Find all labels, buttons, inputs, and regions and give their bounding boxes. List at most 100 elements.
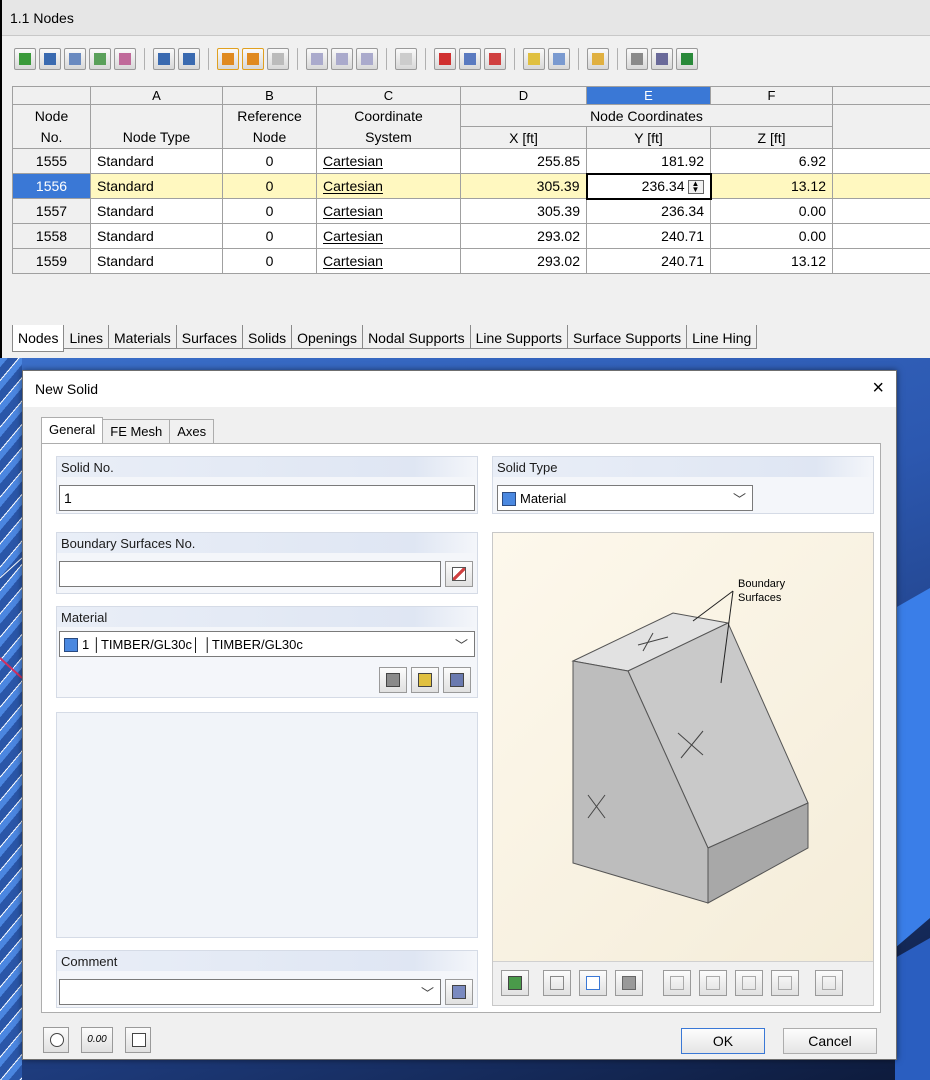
edit-table-icon[interactable] xyxy=(14,48,36,70)
select-icon[interactable] xyxy=(331,48,353,70)
row-number[interactable]: 1556 xyxy=(12,173,91,199)
column-letter-b[interactable]: B xyxy=(222,86,317,105)
close-icon[interactable]: × xyxy=(872,377,884,399)
solid-view-button[interactable] xyxy=(615,970,643,996)
z-cell[interactable]: 13.12 xyxy=(710,248,833,274)
table-view-icon[interactable] xyxy=(523,48,545,70)
x-cell[interactable]: 255.85 xyxy=(460,148,587,174)
coord-sys-cell[interactable]: Cartesian xyxy=(316,223,461,249)
corner-cell[interactable] xyxy=(12,86,91,105)
grid-icon[interactable] xyxy=(356,48,378,70)
x-cell[interactable]: 305.39 xyxy=(460,198,587,224)
refresh-icon[interactable] xyxy=(267,48,289,70)
node-type-cell[interactable]: Standard xyxy=(90,198,223,224)
z-cell[interactable]: 0.00 xyxy=(710,198,833,224)
y-cell[interactable]: 236.34 xyxy=(586,198,711,224)
table-row[interactable]: 1558 Standard 0 Cartesian 293.02 240.71 … xyxy=(12,223,930,249)
y-cell[interactable]: 240.71 xyxy=(586,223,711,249)
tab-fe-mesh[interactable]: FE Mesh xyxy=(102,419,171,443)
ok-button[interactable]: OK xyxy=(681,1028,765,1054)
x-cell[interactable]: 293.02 xyxy=(460,248,587,274)
numbering-button[interactable] xyxy=(579,970,607,996)
edit-dialog-icon[interactable] xyxy=(587,48,609,70)
boundary-surfaces-input[interactable] xyxy=(59,561,441,587)
y-cell[interactable]: 181.92 xyxy=(586,148,711,174)
view-z-button[interactable] xyxy=(735,970,763,996)
new-material-button[interactable] xyxy=(411,667,439,693)
filter-icon[interactable] xyxy=(306,48,328,70)
y-cell-editing[interactable]: 236.34 ▲ ▼ xyxy=(585,172,712,200)
tab-materials[interactable]: Materials xyxy=(107,325,177,349)
sort-down-icon[interactable] xyxy=(64,48,86,70)
coord-sys-cell[interactable]: Cartesian xyxy=(316,173,461,199)
coord-sys-cell[interactable]: Cartesian xyxy=(316,248,461,274)
edit-material-button[interactable] xyxy=(443,667,471,693)
node-type-cell[interactable]: Standard xyxy=(90,223,223,249)
table-row[interactable]: 1557 Standard 0 Cartesian 305.39 236.34 … xyxy=(12,198,930,224)
view-y-button[interactable] xyxy=(699,970,727,996)
column-letter-c[interactable]: C xyxy=(316,86,461,105)
y-edit-value[interactable]: 236.34 xyxy=(642,178,685,194)
ref-node-cell[interactable]: 0 xyxy=(222,148,317,174)
chevron-down-icon[interactable]: ﹀ xyxy=(455,635,468,654)
column-letter-f[interactable]: F xyxy=(710,86,833,105)
excel-icon[interactable] xyxy=(676,48,698,70)
coord-sys-cell[interactable]: Cartesian xyxy=(316,148,461,174)
redo-icon[interactable] xyxy=(242,48,264,70)
ref-node-cell[interactable]: 0 xyxy=(222,223,317,249)
spin-arrows-icon[interactable]: ▲ ▼ xyxy=(687,180,704,195)
tab-line-supports[interactable]: Line Supports xyxy=(469,325,568,349)
details-button[interactable] xyxy=(125,1027,151,1053)
columns-icon[interactable] xyxy=(548,48,570,70)
node-type-cell[interactable]: Standard xyxy=(90,248,223,274)
column-letter-d[interactable]: D xyxy=(460,86,587,105)
cancel-button[interactable]: Cancel xyxy=(783,1028,877,1054)
table-row-current[interactable]: 1556 Standard 0 Cartesian 305.39 236.34 ▲… xyxy=(12,172,930,200)
column-letter-a[interactable]: A xyxy=(90,86,223,105)
comment-library-button[interactable] xyxy=(445,979,473,1005)
x-cell[interactable]: 305.39 xyxy=(460,173,587,199)
x-cell[interactable]: 293.02 xyxy=(460,223,587,249)
table-row[interactable]: 1559 Standard 0 Cartesian 293.02 240.71 … xyxy=(12,248,930,274)
help-button[interactable] xyxy=(43,1027,69,1053)
comment-input[interactable]: ﹀ xyxy=(59,979,441,1005)
tab-axes[interactable]: Axes xyxy=(169,419,215,443)
node-type-cell[interactable]: Standard xyxy=(90,148,223,174)
tab-general[interactable]: General xyxy=(41,417,104,443)
ref-node-cell[interactable]: 0 xyxy=(222,173,317,199)
material-select[interactable]: 1 │TIMBER/GL30c│ │TIMBER/GL30c ﹀ xyxy=(59,631,475,657)
material-library-button[interactable] xyxy=(379,667,407,693)
tab-surfaces[interactable]: Surfaces xyxy=(175,325,243,349)
print-icon[interactable] xyxy=(626,48,648,70)
dimensions-button[interactable] xyxy=(543,970,571,996)
row-number[interactable]: 1555 xyxy=(12,148,91,174)
ref-node-cell[interactable]: 0 xyxy=(222,198,317,224)
chevron-down-icon[interactable]: ﹀ xyxy=(733,489,746,508)
coord-sys-cell[interactable]: Cartesian xyxy=(316,198,461,224)
import-icon[interactable] xyxy=(153,48,175,70)
chart-icon[interactable] xyxy=(89,48,111,70)
tab-nodal-supports[interactable]: Nodal Supports xyxy=(362,325,471,349)
column-letter-e[interactable]: E xyxy=(586,86,711,105)
row-number[interactable]: 1557 xyxy=(12,198,91,224)
node-type-cell[interactable]: Standard xyxy=(90,173,223,199)
delete-rows-icon[interactable] xyxy=(434,48,456,70)
insert-row-icon[interactable] xyxy=(39,48,61,70)
tab-openings[interactable]: Openings xyxy=(291,325,364,349)
export-icon[interactable] xyxy=(178,48,200,70)
row-number[interactable]: 1558 xyxy=(12,223,91,249)
units-button[interactable]: 0.00 xyxy=(81,1027,113,1053)
tab-nodes[interactable]: Nodes xyxy=(12,325,65,352)
chevron-down-icon[interactable]: ﹀ xyxy=(421,983,434,1002)
solid-type-select[interactable]: Material ﹀ xyxy=(497,485,753,511)
settings-icon[interactable] xyxy=(651,48,673,70)
z-cell[interactable]: 6.92 xyxy=(710,148,833,174)
insert-right-icon[interactable] xyxy=(484,48,506,70)
tab-line-hinges[interactable]: Line Hing xyxy=(686,325,758,349)
ref-node-cell[interactable]: 0 xyxy=(222,248,317,274)
pick-surfaces-button[interactable] xyxy=(445,561,473,587)
insert-left-icon[interactable] xyxy=(459,48,481,70)
tab-lines[interactable]: Lines xyxy=(63,325,109,349)
isometric-view-button[interactable] xyxy=(771,970,799,996)
z-cell[interactable]: 0.00 xyxy=(710,223,833,249)
